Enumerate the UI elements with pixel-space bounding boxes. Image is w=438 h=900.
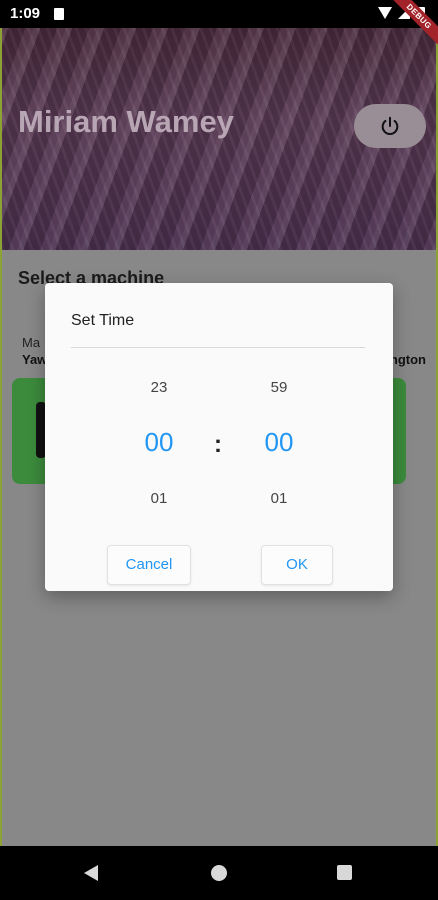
recents-icon[interactable] [337,865,352,880]
back-icon[interactable] [84,865,98,881]
hour-prev[interactable]: 23 [129,379,189,396]
minute-next[interactable]: 01 [249,490,309,507]
minute-prev[interactable]: 59 [249,379,309,396]
minute-current[interactable]: 00 [249,427,309,458]
set-time-dialog: Set Time 23 00 01 : 59 00 01 Cancel OK [45,283,393,591]
ok-button[interactable]: OK [261,545,333,585]
hour-current[interactable]: 00 [129,427,189,458]
home-icon[interactable] [211,865,227,881]
navigation-bar [0,846,438,900]
dialog-title: Set Time [71,312,135,329]
hour-next[interactable]: 01 [129,490,189,507]
time-separator: : [214,431,222,458]
cancel-button[interactable]: Cancel [107,545,191,585]
dialog-divider [71,347,365,348]
